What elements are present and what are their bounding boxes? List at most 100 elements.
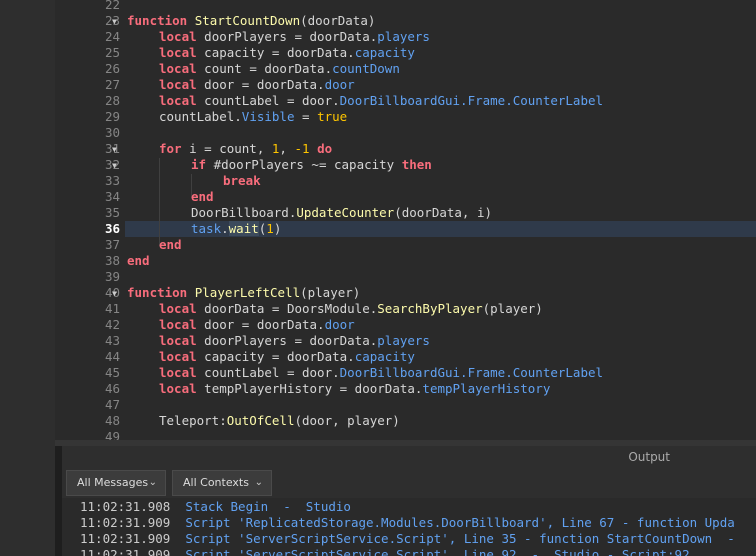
code-text: DoorBillboard.	[191, 205, 297, 220]
function-name: OutOfCell	[226, 413, 295, 428]
code-line-34[interactable]: end	[191, 189, 214, 205]
keyword: local	[159, 29, 197, 44]
line-number: 22	[104, 0, 120, 12]
keyword: function	[127, 13, 188, 28]
code-text: =	[294, 109, 318, 124]
code-line-42[interactable]: local door = doorData.door	[159, 317, 355, 333]
log-timestamp: 11:02:31.908	[80, 499, 171, 514]
output-log[interactable]: 11:02:31.908 Stack Begin - Studio 11:02:…	[62, 498, 756, 556]
code-line-45[interactable]: local countLabel = door.DoorBillboardGui…	[159, 365, 603, 381]
code-text: countLabel = door.	[204, 365, 340, 380]
property: countDown	[332, 61, 400, 76]
code-text: capacity = doorData.	[204, 349, 355, 364]
context-filter-dropdown[interactable]: All Contexts ⌄	[172, 470, 272, 496]
code-line-32[interactable]: if #doorPlayers ~= capacity then	[191, 157, 432, 173]
line-number: 24	[104, 29, 120, 44]
output-panel: Output All Messages ⌄ All Contexts ⌄ 11:…	[62, 446, 756, 556]
code-line-35[interactable]: DoorBillboard.UpdateCounter(doorData, i)	[191, 205, 492, 221]
fold-collapse-icon[interactable]: ▼	[112, 145, 120, 154]
log-line[interactable]: 11:02:31.909 Script 'ReplicatedStorage.M…	[80, 515, 735, 531]
keyword: local	[159, 301, 197, 316]
code-line-33[interactable]: break	[223, 173, 261, 189]
output-title: Output	[628, 450, 670, 464]
property: door	[324, 77, 355, 92]
code-text: doorPlayers = doorData.	[204, 333, 378, 348]
keyword: local	[159, 77, 197, 92]
fold-collapse-icon[interactable]: ▼	[112, 289, 120, 298]
line-number: 26	[104, 61, 120, 76]
code-line-31[interactable]: for i = count, 1, -1 do	[159, 141, 332, 157]
code-text: (player)	[300, 285, 361, 300]
log-message: Script 'ReplicatedStorage.Modules.DoorBi…	[185, 515, 735, 530]
keyword: do	[317, 141, 333, 156]
explorer-side-panel	[0, 0, 55, 556]
code-text: (doorData, i)	[394, 205, 493, 220]
code-line-25[interactable]: local capacity = doorData.capacity	[159, 45, 415, 61]
keyword: then	[401, 157, 432, 172]
keyword: local	[159, 93, 197, 108]
number-literal: -1	[294, 141, 310, 156]
fold-collapse-icon[interactable]: ▼	[112, 17, 120, 26]
code-line-43[interactable]: local doorPlayers = doorData.players	[159, 333, 430, 349]
function-name-selected: wait	[228, 221, 259, 236]
keyword: end	[127, 253, 150, 268]
code-line-27[interactable]: local door = doorData.door	[159, 77, 355, 93]
boolean-literal: true	[317, 109, 348, 124]
keyword: break	[223, 173, 261, 188]
line-number: 30	[104, 125, 120, 140]
code-line-41[interactable]: local doorData = DoorsModule.SearchByPla…	[159, 301, 543, 317]
code-line-23[interactable]: function StartCountDown(doorData)	[127, 13, 375, 29]
line-number: 35	[104, 205, 120, 220]
code-text: tempPlayerHistory = doorData.	[204, 381, 423, 396]
line-number: 43	[104, 333, 120, 348]
line-number: 25	[104, 45, 120, 60]
log-line[interactable]: 11:02:31.908 Stack Begin - Studio	[80, 499, 351, 515]
message-filter-dropdown[interactable]: All Messages ⌄	[66, 470, 166, 496]
code-line-38[interactable]: end	[127, 253, 150, 269]
code-line-26[interactable]: local count = doorData.countDown	[159, 61, 400, 77]
code-text: #doorPlayers ~= capacity	[206, 157, 402, 172]
code-line-28[interactable]: local countLabel = door.DoorBillboardGui…	[159, 93, 603, 109]
code-line-44[interactable]: local capacity = doorData.capacity	[159, 349, 415, 365]
code-line-29[interactable]: countLabel.Visible = true	[159, 109, 347, 125]
code-text: .	[221, 221, 229, 236]
code-line-37[interactable]: end	[159, 237, 182, 253]
log-line[interactable]: 11:02:31.909 Script 'ServerScriptService…	[80, 531, 735, 547]
property: door	[324, 317, 355, 332]
line-number: 46	[104, 381, 120, 396]
function-name: UpdateCounter	[296, 205, 395, 220]
keyword: for	[159, 141, 182, 156]
line-number: 45	[104, 365, 120, 380]
line-number: 40	[104, 285, 120, 300]
code-line-36[interactable]: task.wait(1)	[191, 221, 281, 237]
keyword: local	[159, 381, 197, 396]
code-text: door = doorData.	[204, 77, 325, 92]
function-name: PlayerLeftCell	[194, 285, 301, 300]
keyword: if	[191, 157, 207, 172]
log-line[interactable]: 11:02:31.909 Script 'ServerScriptService…	[80, 547, 690, 556]
keyword: local	[159, 333, 197, 348]
line-number: 47	[104, 397, 120, 412]
code-text: capacity = doorData.	[204, 45, 355, 60]
code-line-48[interactable]: Teleport:OutOfCell(door, player)	[159, 413, 400, 429]
line-number: 33	[104, 173, 120, 188]
script-editor[interactable]: 22 23 24 25 26 27 28 29 30 31 32 33 34 35 36 37 38 39 40 41…	[55, 0, 756, 440]
keyword: local	[159, 61, 197, 76]
code-text: (door, player)	[294, 413, 400, 428]
log-message: Script 'ServerScriptService.Script', Lin…	[185, 547, 690, 556]
fold-collapse-icon[interactable]: ▼	[112, 161, 120, 170]
code-line-40[interactable]: function PlayerLeftCell(player)	[127, 285, 360, 301]
line-number: 29	[104, 109, 120, 124]
code-line-24[interactable]: local doorPlayers = doorData.players	[159, 29, 430, 45]
line-number: 31	[104, 141, 120, 156]
keyword: end	[159, 237, 182, 252]
line-number: 36	[104, 221, 120, 236]
property: players	[377, 29, 430, 44]
property: task	[191, 221, 222, 236]
code-text: )	[273, 221, 282, 236]
indent-guide	[159, 158, 160, 246]
keyword: end	[191, 189, 214, 204]
property: Visible	[241, 109, 295, 124]
code-line-46[interactable]: local tempPlayerHistory = doorData.tempP…	[159, 381, 550, 397]
property: DoorBillboardGui.Frame.CounterLabel	[339, 365, 604, 380]
